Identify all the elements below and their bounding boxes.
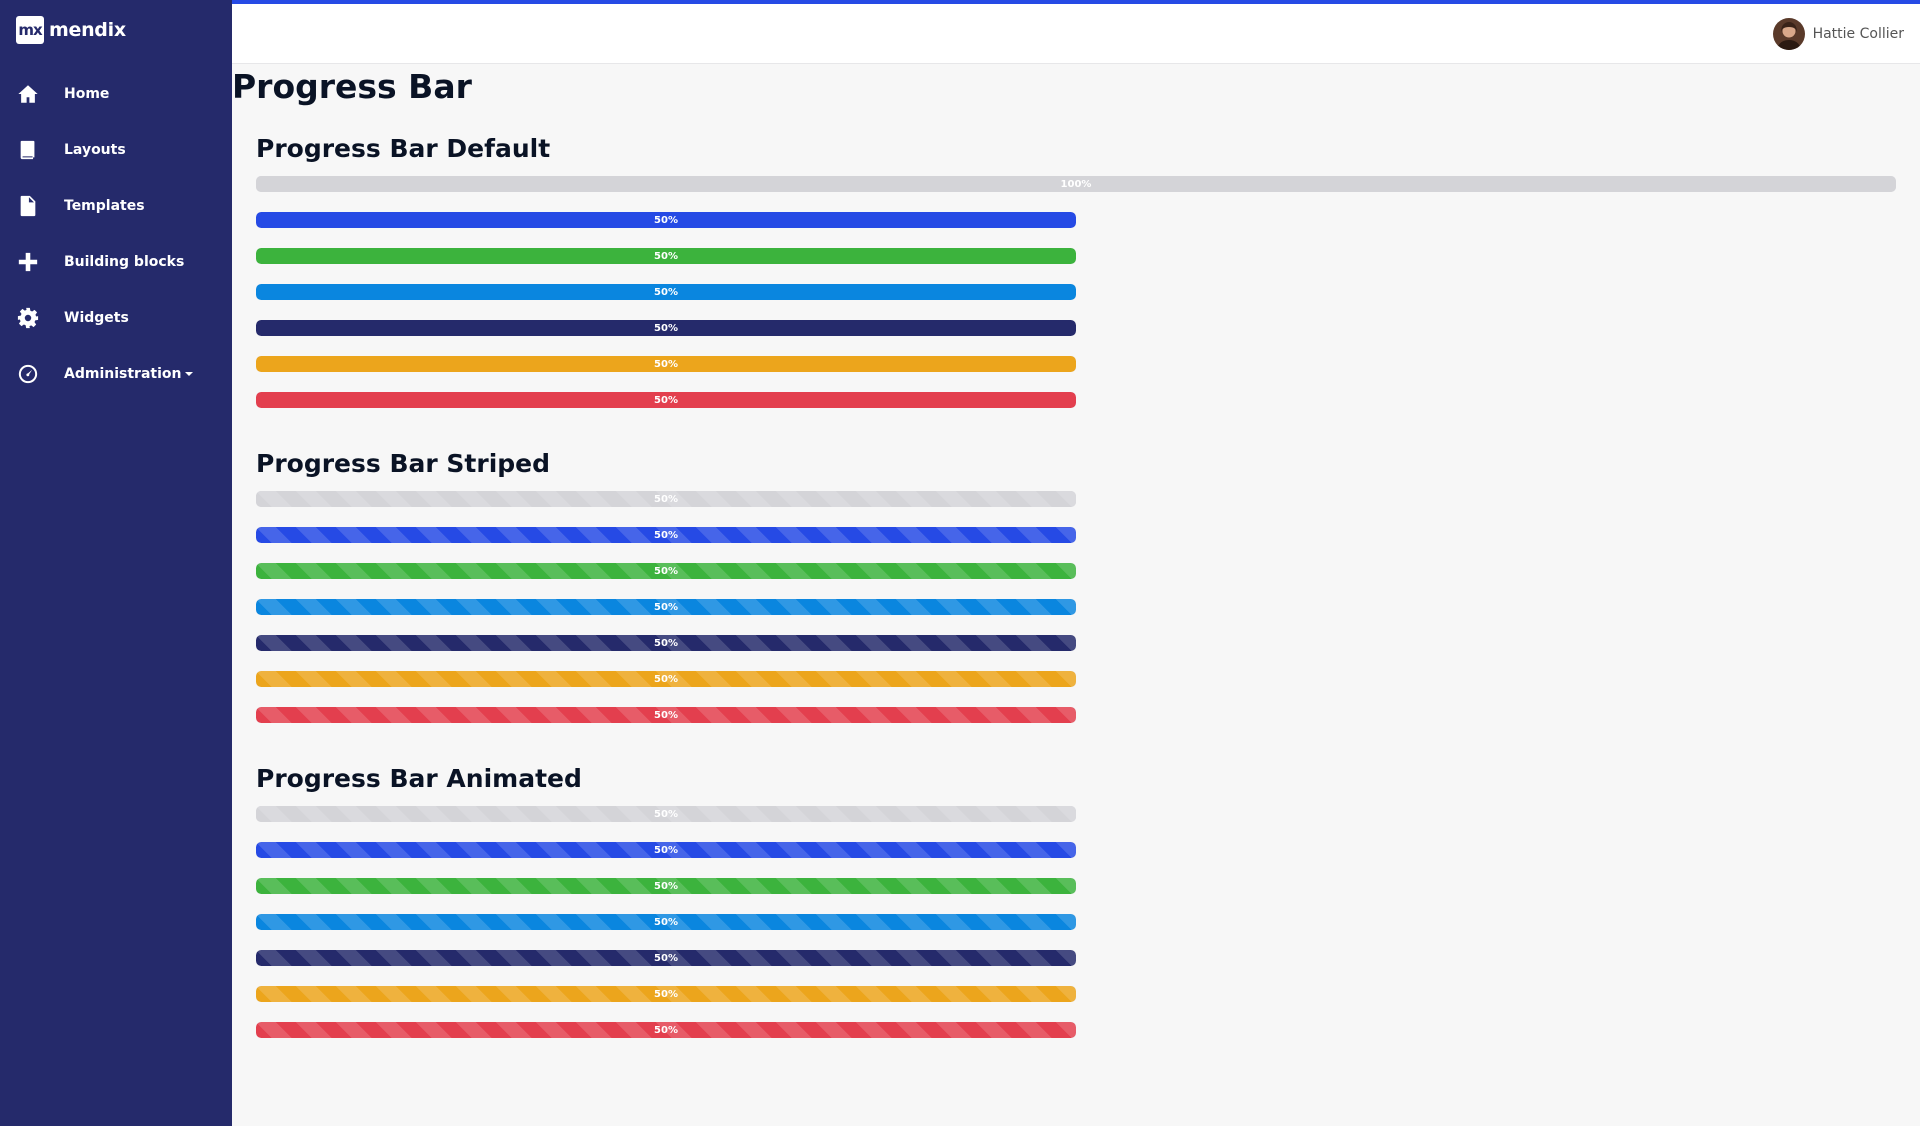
administration-label: Administration <box>64 366 182 382</box>
progress-bar-fill: 50% <box>256 1022 1076 1038</box>
book-icon <box>16 138 40 162</box>
progress-bar-fill: 50% <box>256 950 1076 966</box>
progress-bar-fill: 50% <box>256 806 1076 822</box>
progress-bar: 50% <box>256 356 1076 372</box>
section-title-striped: Progress Bar Striped <box>256 449 551 478</box>
mendix-wordmark: mendix <box>49 19 126 41</box>
sidebar: mx mendix Home Layouts Templates Buildin… <box>0 0 232 1126</box>
progress-bar: 50% <box>256 671 1076 687</box>
progress-bar-fill: 50% <box>256 671 1076 687</box>
home-icon <box>16 82 40 106</box>
plus-icon <box>16 250 40 274</box>
progress-bar: 50% <box>256 563 1076 579</box>
page-title: Progress Bar <box>232 67 472 106</box>
progress-bar: 50% <box>256 527 1076 543</box>
progress-bar: 50% <box>256 392 1076 408</box>
progress-bar-fill: 50% <box>256 599 1076 615</box>
sidebar-item-home[interactable]: Home <box>0 66 232 122</box>
progress-bar-fill: 50% <box>256 707 1076 723</box>
progress-bar-fill: 50% <box>256 248 1076 264</box>
progress-bar: 50% <box>256 599 1076 615</box>
sidebar-item-administration[interactable]: Administration <box>0 346 232 402</box>
progress-bar-fill: 50% <box>256 635 1076 651</box>
sidebar-item-layouts[interactable]: Layouts <box>0 122 232 178</box>
progress-bar-fill: 50% <box>256 212 1076 228</box>
user-name: Hattie Collier <box>1812 26 1904 42</box>
caret-down-icon <box>185 372 194 376</box>
file-icon <box>16 194 40 218</box>
dashboard-icon <box>16 362 40 386</box>
progress-bar-fill: 50% <box>256 527 1076 543</box>
sidebar-item-label: Administration <box>64 366 194 382</box>
sidebar-item-widgets[interactable]: Widgets <box>0 290 232 346</box>
sidebar-item-label: Home <box>64 86 110 102</box>
progress-bar-fill: 100% <box>256 176 1896 192</box>
progress-bar: 50% <box>256 950 1076 966</box>
progress-bar: 50% <box>256 491 1076 507</box>
progress-bar: 50% <box>256 212 1076 228</box>
progress-bar-fill: 50% <box>256 986 1076 1002</box>
progress-bar: 50% <box>256 986 1076 1002</box>
progress-bar: 50% <box>256 806 1076 822</box>
sidebar-item-building-blocks[interactable]: Building blocks <box>0 234 232 290</box>
progress-bar-fill: 50% <box>256 320 1076 336</box>
avatar <box>1772 18 1805 50</box>
progress-bar-fill: 50% <box>256 491 1076 507</box>
mendix-logo-mark: mx <box>16 16 44 44</box>
progress-bar: 50% <box>256 248 1076 264</box>
progress-bar-fill: 50% <box>256 563 1076 579</box>
progress-bar-fill: 50% <box>256 284 1076 300</box>
brand-logo[interactable]: mx mendix <box>16 16 126 44</box>
progress-bar: 50% <box>256 1022 1076 1038</box>
progress-bar: 50% <box>256 842 1076 858</box>
progress-bar-fill: 50% <box>256 914 1076 930</box>
topbar: Hattie Collier <box>232 0 1920 64</box>
progress-bar: 50% <box>256 707 1076 723</box>
section-title-default: Progress Bar Default <box>256 134 551 163</box>
progress-bar: 50% <box>256 284 1076 300</box>
gear-icon <box>16 306 40 330</box>
sidebar-item-label: Layouts <box>64 142 126 158</box>
sidebar-nav: Home Layouts Templates Building blocks W… <box>0 66 232 402</box>
sidebar-item-templates[interactable]: Templates <box>0 178 232 234</box>
user-menu[interactable]: Hattie Collier <box>1772 18 1904 50</box>
sidebar-item-label: Building blocks <box>64 254 185 270</box>
progress-bar-fill: 50% <box>256 356 1076 372</box>
progress-bar: 100% <box>256 176 1896 192</box>
section-title-animated: Progress Bar Animated <box>256 764 582 793</box>
progress-bar-fill: 50% <box>256 392 1076 408</box>
sidebar-item-label: Widgets <box>64 310 129 326</box>
sidebar-item-label: Templates <box>64 198 145 214</box>
progress-bar-fill: 50% <box>256 878 1076 894</box>
progress-bar-fill: 50% <box>256 842 1076 858</box>
progress-bar: 50% <box>256 320 1076 336</box>
progress-bar: 50% <box>256 635 1076 651</box>
progress-bar: 50% <box>256 914 1076 930</box>
progress-bar: 50% <box>256 878 1076 894</box>
